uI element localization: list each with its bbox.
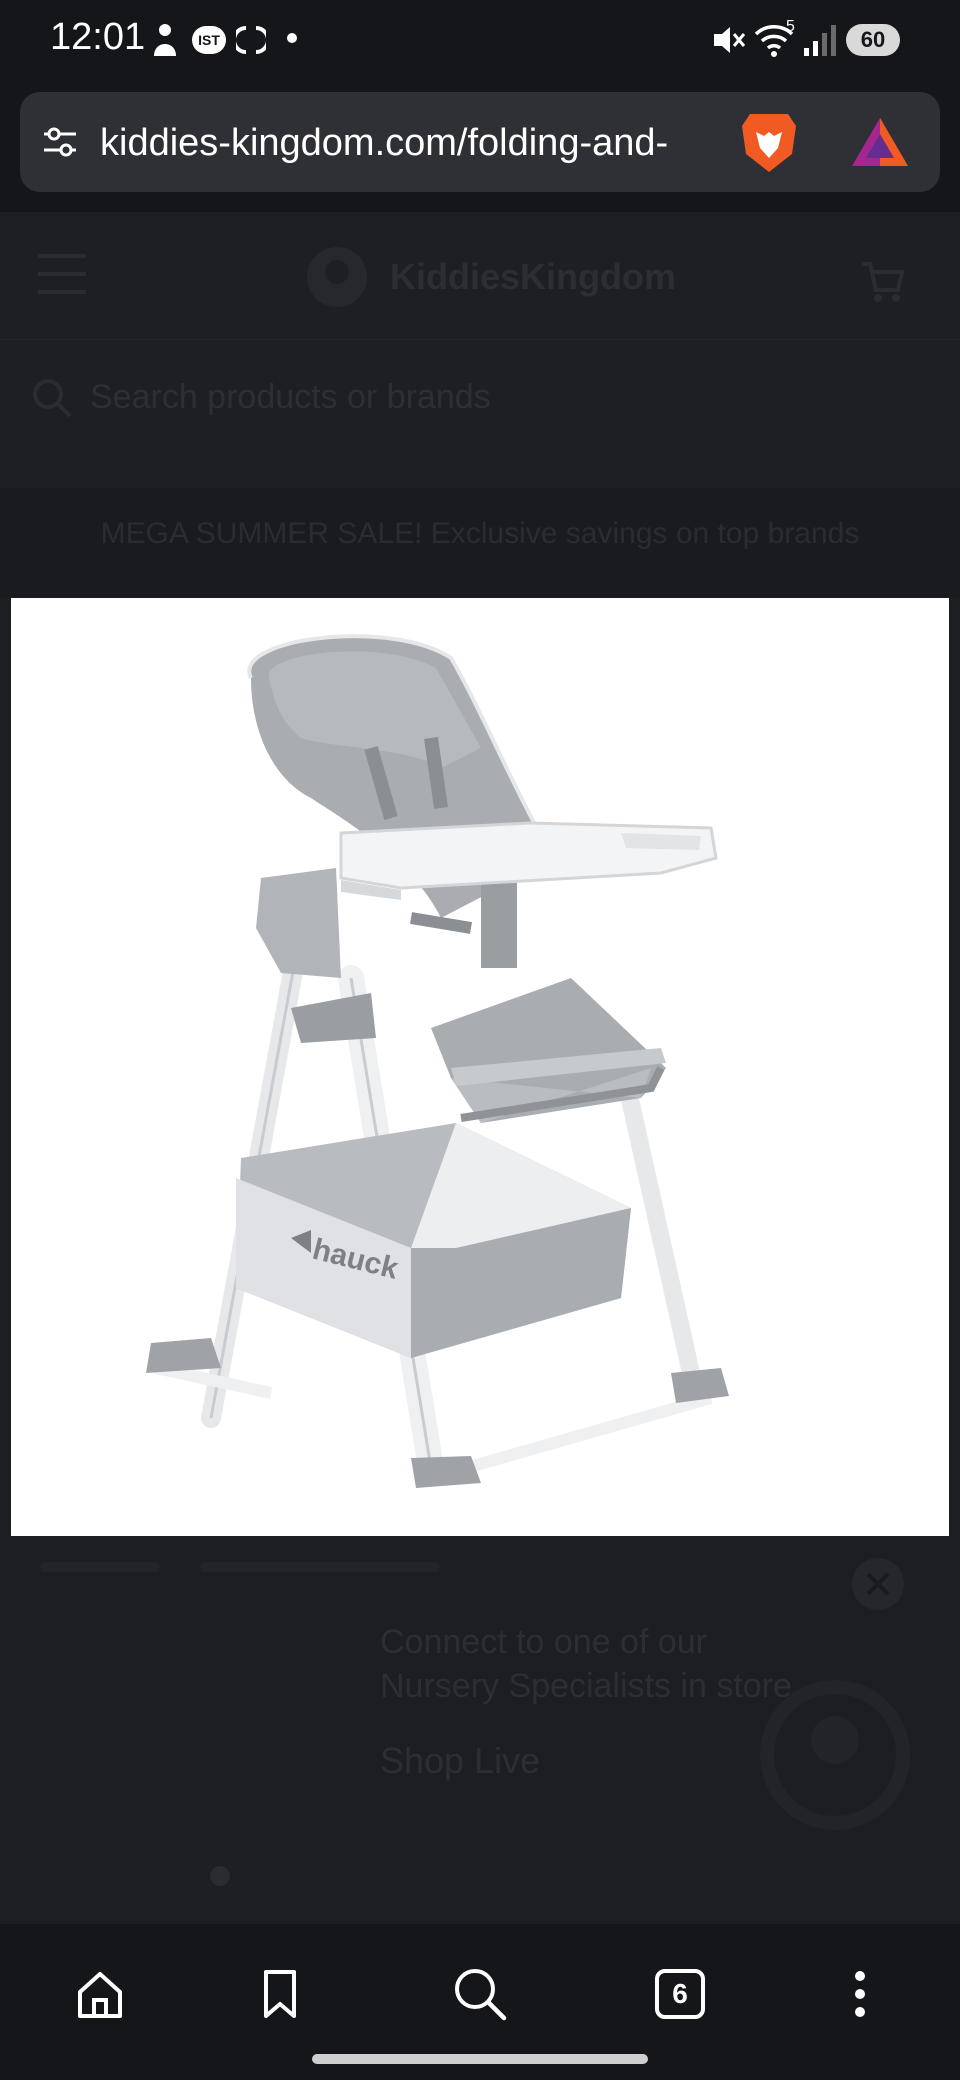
ist-icon: IST — [192, 26, 226, 54]
chat-message-line1: Connect to one of our — [380, 1623, 708, 1661]
person-icon — [154, 24, 176, 56]
mute-icon — [714, 27, 746, 53]
close-icon[interactable] — [850, 1556, 906, 1612]
pagination-dots — [210, 1866, 770, 1886]
site-search-row[interactable]: Search products or brands — [0, 340, 960, 450]
address-bar[interactable]: kiddies-kingdom.com/folding-and- — [20, 92, 940, 192]
status-bar: 12:01 IST 5 60 — [0, 0, 960, 80]
dot-icon — [287, 33, 297, 43]
wifi-badge: 5 — [786, 18, 795, 35]
chat-message-line2: Nursery Specialists in store — [380, 1667, 792, 1705]
tabs-icon: 6 — [655, 1969, 705, 2019]
site-logo-icon[interactable] — [304, 244, 370, 310]
bookmark-icon — [264, 1970, 296, 2018]
shop-live-button[interactable]: Shop Live — [380, 1740, 540, 1782]
tabs-button[interactable]: 6 — [640, 1954, 720, 2034]
browser-toolbar: kiddies-kingdom.com/folding-and- — [0, 80, 960, 212]
browser-bottom-nav: 6 — [0, 1924, 960, 2080]
battery-icon: 60 — [846, 24, 900, 56]
search-icon — [455, 1969, 507, 2021]
search-button[interactable] — [440, 1954, 520, 2034]
site-search-input[interactable]: Search products or brands — [90, 378, 491, 417]
home-icon — [78, 1972, 122, 2018]
bookmark-button[interactable] — [240, 1954, 320, 2034]
tab-count: 6 — [672, 1978, 688, 2009]
status-time: 12:01 — [50, 16, 146, 58]
menu-icon[interactable] — [34, 246, 90, 302]
brave-rewards-icon[interactable] — [850, 116, 910, 168]
site-name[interactable]: KiddiesKingdom — [390, 256, 676, 298]
chat-message: Connect to one of our Nursery Specialist… — [380, 1620, 792, 1708]
more-button[interactable] — [820, 1954, 900, 2034]
search-icon — [33, 379, 72, 418]
cart-icon[interactable] — [856, 256, 906, 306]
site-header: KiddiesKingdom — [0, 212, 960, 340]
signal-icon — [804, 25, 836, 56]
home-indicator[interactable] — [312, 2054, 648, 2064]
more-icon — [855, 1971, 865, 2017]
url-text[interactable]: kiddies-kingdom.com/folding-and- — [100, 122, 735, 165]
brave-lion-icon[interactable] — [738, 110, 800, 176]
home-button[interactable] — [60, 1954, 140, 2034]
promo-text: MEGA SUMMER SALE! Exclusive savings on t… — [100, 517, 860, 550]
site-settings-icon[interactable] — [40, 122, 80, 162]
sync-icon — [236, 26, 266, 54]
promo-banner[interactable]: MEGA SUMMER SALE! Exclusive savings on t… — [0, 488, 960, 598]
